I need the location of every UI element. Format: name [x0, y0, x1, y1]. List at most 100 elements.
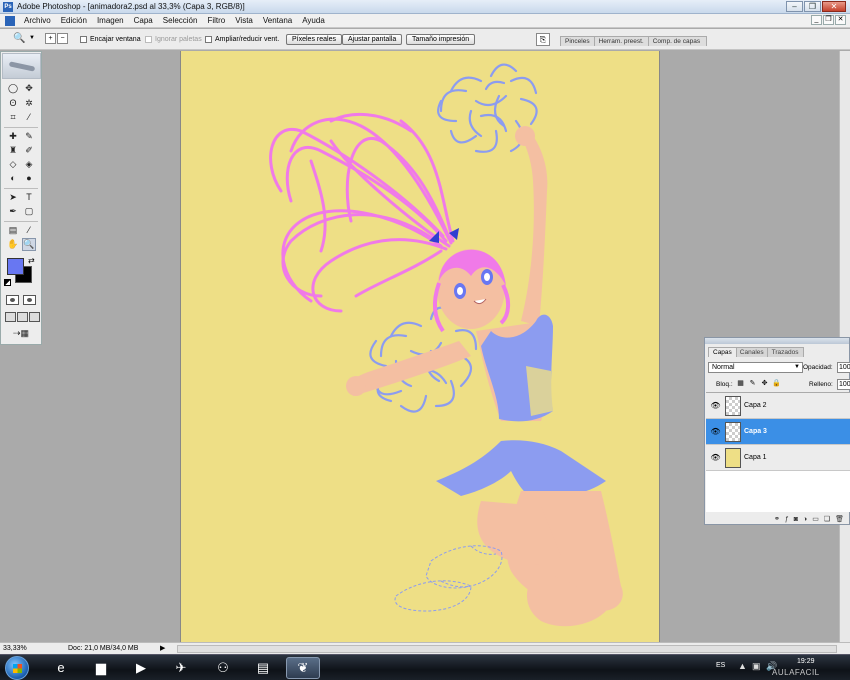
lock-all-icon[interactable]: 🔒 [772, 379, 781, 388]
ignore-palettes-checkbox[interactable]: Ignorar paletas [145, 36, 202, 43]
photoshop-menu-icon[interactable] [5, 15, 15, 26]
shape-tool-icon[interactable]: ▢ [22, 205, 36, 218]
new-group-icon[interactable]: ▭ [812, 515, 819, 523]
eyedropper-icon[interactable]: ⁄ [22, 224, 36, 237]
minimize-button[interactable]: – [786, 1, 803, 12]
pen-tool-icon[interactable]: ✒ [6, 205, 20, 218]
new-layer-icon[interactable]: ❏ [824, 515, 830, 523]
status-menu-arrow-icon[interactable]: ▶ [160, 644, 165, 652]
horizontal-scrollbar[interactable] [177, 645, 837, 653]
blur-tool-icon[interactable]: ◐ [6, 172, 20, 185]
clock-time[interactable]: 19:29 [797, 658, 815, 665]
fit-window-checkbox[interactable]: Encajar ventana [80, 36, 141, 43]
blend-mode-select[interactable]: Normal ▼ [708, 362, 803, 373]
eraser-tool-icon[interactable]: ◇ [6, 158, 20, 171]
tab-layer-comps[interactable]: Comp. de capas [647, 36, 708, 46]
close-button[interactable]: ✕ [822, 1, 846, 12]
trash-icon[interactable]: 🗑 [835, 515, 844, 523]
healing-brush-icon[interactable]: ✚ [6, 130, 20, 143]
screen-mode-menu-icon[interactable] [17, 312, 28, 322]
checkbox-box[interactable] [145, 36, 152, 43]
palette-title-bar[interactable] [705, 338, 849, 344]
eye-icon[interactable]: 👁 [710, 453, 721, 463]
zoom-in-icon[interactable]: + [45, 33, 56, 44]
magic-wand-icon[interactable]: ✲ [22, 97, 36, 110]
menu-imagen[interactable]: Imagen [92, 16, 129, 25]
layer-mask-icon[interactable]: ◙ [794, 516, 798, 523]
menu-ventana[interactable]: Ventana [258, 16, 297, 25]
clone-stamp-icon[interactable]: ♜ [6, 144, 20, 157]
checkbox-box[interactable] [205, 36, 212, 43]
eye-icon[interactable]: 👁 [710, 427, 721, 437]
default-colors-icon[interactable] [4, 279, 11, 286]
layer-style-icon[interactable]: ƒ [785, 516, 789, 523]
zoom-out-icon[interactable]: − [57, 33, 68, 44]
dodge-tool-icon[interactable]: ● [22, 172, 36, 185]
crop-tool-icon[interactable]: ⌗ [6, 111, 20, 124]
standard-mode-icon[interactable] [6, 295, 19, 305]
app-icon[interactable]: ✈ [164, 657, 198, 679]
restore-button[interactable]: ❐ [804, 1, 821, 12]
menu-archivo[interactable]: Archivo [19, 16, 56, 25]
history-brush-icon[interactable]: ✐ [22, 144, 36, 157]
paint-bucket-icon[interactable]: ◈ [22, 158, 36, 171]
link-layers-icon[interactable]: ⚭ [774, 515, 780, 523]
menu-vista[interactable]: Vista [230, 16, 258, 25]
screen-mode-full-icon[interactable] [29, 312, 40, 322]
lasso-tool-icon[interactable]: ʘ [6, 97, 20, 110]
quick-mask-icon[interactable] [23, 295, 36, 305]
menu-filtro[interactable]: Filtro [202, 16, 230, 25]
brush-tool-icon[interactable]: ✎ [22, 130, 36, 143]
palette-well-icon[interactable]: ⎘ [536, 33, 550, 46]
zoom-tool-icon[interactable]: 🔍 [13, 33, 25, 44]
layer-row-capa-1[interactable]: 👁 Capa 1 [706, 445, 850, 471]
internet-explorer-icon[interactable]: e [44, 657, 78, 679]
actual-pixels-button[interactable]: Píxeles reales [286, 34, 342, 45]
fit-screen-button[interactable]: Ajustar pantalla [342, 34, 403, 45]
zoom-tool-selected-icon[interactable]: 🔍 [22, 238, 36, 251]
jump-to-imageready-icon[interactable]: ⇢▦ [7, 327, 35, 340]
tab-paths[interactable]: Trazados [766, 347, 804, 357]
start-button[interactable] [5, 656, 29, 680]
tab-channels[interactable]: Canales [734, 347, 769, 357]
path-selection-icon[interactable]: ➤ [6, 191, 20, 204]
swap-colors-icon[interactable]: ⇄ [28, 256, 35, 265]
layer-row-capa-2[interactable]: 👁 Capa 2 [706, 393, 850, 419]
layer-row-capa-3[interactable]: 👁 Capa 3 [706, 419, 850, 445]
opacity-field[interactable]: 100% [837, 362, 850, 373]
media-player-icon[interactable]: ▶ [124, 657, 158, 679]
menu-ayuda[interactable]: Ayuda [297, 16, 330, 25]
document-canvas[interactable] [180, 51, 660, 642]
tab-layers[interactable]: Capas [708, 347, 737, 357]
fill-field[interactable]: 100% [837, 379, 850, 390]
adobe-feather-icon[interactable] [2, 53, 41, 79]
move-tool-icon[interactable]: ✥ [22, 82, 36, 95]
file-explorer-icon[interactable]: ▆ [84, 657, 118, 679]
video-app-icon[interactable]: ▤ [246, 657, 280, 679]
type-tool-icon[interactable]: T [22, 191, 36, 204]
doc-close-button[interactable]: ✕ [835, 15, 846, 25]
resize-windows-checkbox[interactable]: Ampliar/reducir vent. [205, 36, 279, 43]
notes-tool-icon[interactable]: ▤ [6, 224, 20, 237]
photoshop-taskbar-icon[interactable]: ❦ [286, 657, 320, 679]
slice-tool-icon[interactable]: ⁄ [22, 111, 36, 124]
network-app-icon[interactable]: ⚇ [206, 657, 240, 679]
print-size-button[interactable]: Tamaño impresión [406, 34, 476, 45]
tab-tool-presets[interactable]: Herram. preest. [593, 36, 651, 46]
lock-position-icon[interactable]: ✥ [760, 379, 769, 388]
language-indicator[interactable]: ES [716, 662, 725, 669]
lock-pixels-icon[interactable]: ✎ [748, 379, 757, 388]
hand-tool-icon[interactable]: ✋ [6, 238, 20, 251]
menu-edicion[interactable]: Edición [56, 16, 92, 25]
lock-transparency-icon[interactable]: ▦ [736, 379, 745, 388]
menu-seleccion[interactable]: Selección [158, 16, 203, 25]
tray-app-icon[interactable]: ▣ [752, 661, 761, 672]
doc-restore-button[interactable]: ❐ [823, 15, 834, 25]
screen-mode-standard-icon[interactable] [5, 312, 16, 322]
tray-arrow-icon[interactable]: ▲ [738, 661, 747, 671]
marquee-tool-icon[interactable]: ◯ [6, 82, 20, 95]
tab-brushes[interactable]: Pinceles [560, 36, 597, 46]
foreground-color-swatch[interactable] [7, 258, 24, 275]
menu-capa[interactable]: Capa [129, 16, 158, 25]
adjustment-layer-icon[interactable]: ◑ [803, 516, 807, 523]
